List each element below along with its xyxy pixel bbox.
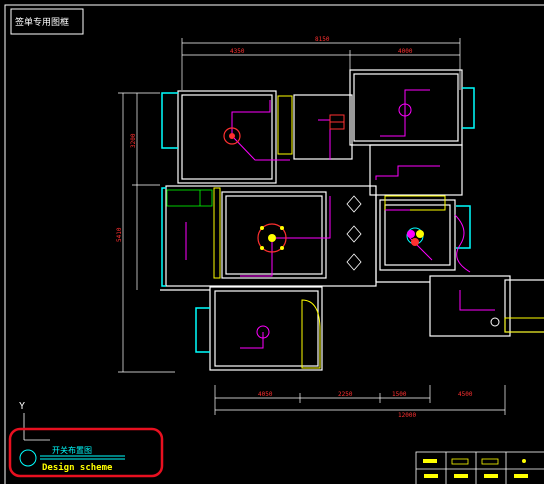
dim-top-left: 4350 (230, 48, 245, 55)
switch-panel (329, 114, 345, 130)
drawing-frame (4, 4, 544, 484)
dim-bottom-1: 4050 (258, 391, 273, 398)
diamond-lights (346, 195, 362, 271)
cad-drawing-canvas[interactable]: 签单专用图框 8150 4350 4000 3200 5410 4050 225… (0, 0, 544, 484)
legend-blocks (415, 451, 544, 484)
title-english: Design scheme (42, 462, 113, 473)
dim-top-right: 4000 (398, 48, 413, 55)
bottom-dimension-lines (214, 385, 506, 415)
dim-left-upper: 3200 (130, 133, 137, 148)
dim-bottom-4: 4500 (458, 391, 473, 398)
axis-label-y: Y (19, 401, 25, 412)
floor-plan-drawing: 签单专用图框 8150 4350 4000 3200 5410 4050 225… (4, 4, 544, 484)
title-chinese: 开关布置图 (52, 445, 92, 455)
floor-plan-walls (160, 69, 544, 371)
dim-left-lower: 5410 (116, 227, 123, 242)
green-cabinets (166, 189, 213, 207)
dim-top-total: 8150 (315, 36, 330, 43)
top-dimension-lines (181, 38, 461, 90)
yellow-fixtures (213, 95, 544, 369)
dim-bottom-2: 2250 (338, 391, 353, 398)
dim-bottom-total: 12000 (398, 412, 416, 419)
axis-indicator (23, 413, 50, 441)
dim-bottom-3: 1500 (392, 391, 407, 398)
header-label: 签单专用图框 (15, 16, 69, 28)
